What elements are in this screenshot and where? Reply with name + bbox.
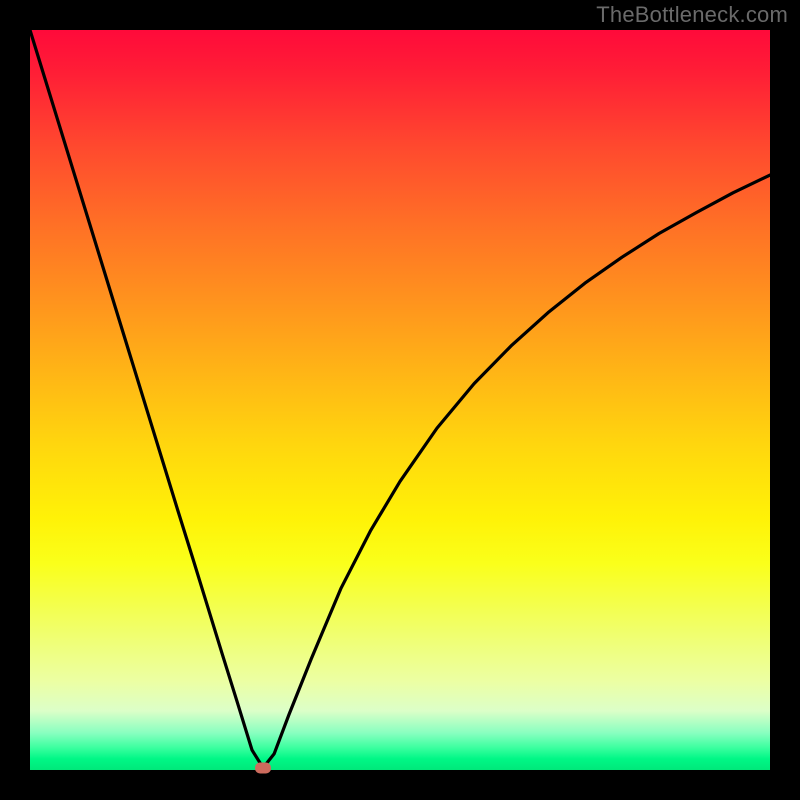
bottleneck-curve-path xyxy=(30,30,770,768)
minimum-marker xyxy=(255,762,271,773)
chart-area xyxy=(30,30,770,770)
chart-svg xyxy=(30,30,770,770)
attribution-text: TheBottleneck.com xyxy=(596,2,788,28)
